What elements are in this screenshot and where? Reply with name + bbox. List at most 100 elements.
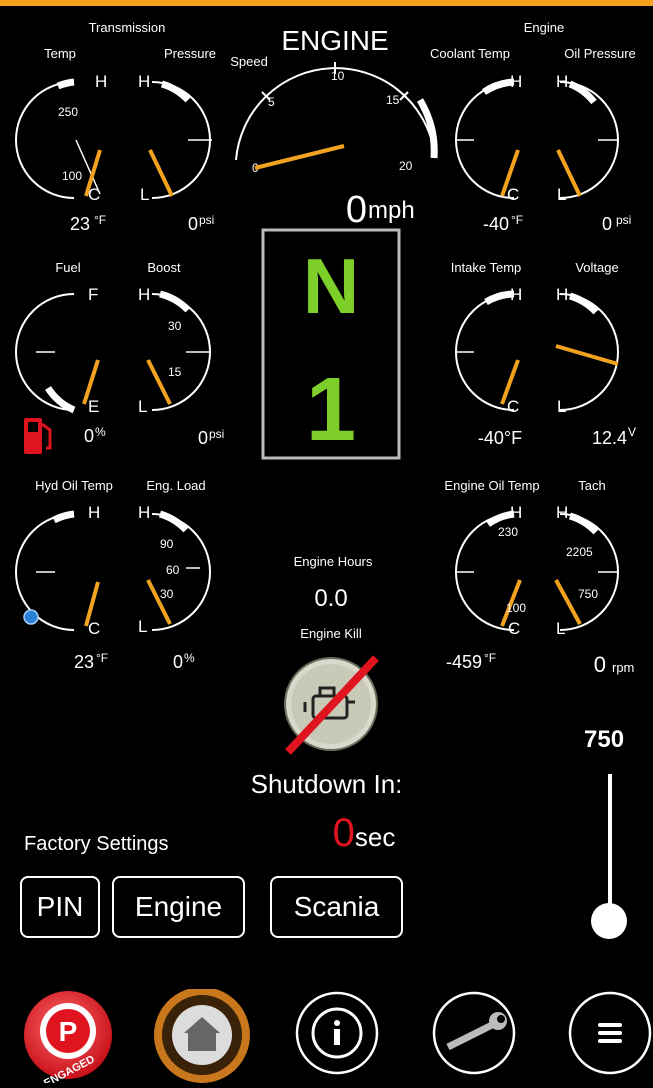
shutdown-value: 0	[332, 811, 355, 855]
gauge-top-letter: F	[88, 285, 98, 304]
gauge-tick-label: 230	[498, 525, 518, 539]
gauge-needle	[555, 344, 619, 366]
gauge-label: Engine Oil Temp	[444, 478, 539, 493]
gauge-label: Voltage	[575, 260, 618, 275]
gauge-value: -40°F	[478, 428, 522, 448]
gauge-bottom-letter: L	[140, 185, 149, 204]
gauge-value: 0	[84, 426, 94, 446]
gauge-unit: %	[184, 651, 195, 665]
gauge-unit: °F	[484, 651, 496, 665]
tachometer-gauge: Tach H L 2205 750 0 rpm	[554, 478, 634, 677]
gauge-tick-label: 30	[160, 587, 174, 601]
gauge-bottom-letter: C	[507, 185, 519, 204]
gauge-value: 0	[198, 428, 208, 448]
gauge-tick-label: 100	[506, 601, 526, 615]
engine-button[interactable]: Engine	[112, 876, 245, 938]
shutdown-unit: sec	[354, 822, 396, 852]
tools-button[interactable]	[430, 989, 518, 1077]
speed-tick-label: 20	[399, 159, 413, 173]
gauge-bottom-letter: L	[556, 619, 565, 638]
gauge-top-letter: H	[138, 503, 150, 522]
speed-unit: mph	[368, 197, 415, 224]
engine-load-gauge: Eng. Load H L 90 60 30 0 %	[138, 478, 211, 672]
park-letter: P	[59, 1016, 78, 1047]
engine-dashboard: Transmission ENGINE Engine Temp H C 250 …	[0, 6, 653, 1088]
gauge-bottom-letter: L	[138, 617, 147, 636]
gauge-top-letter: H	[556, 72, 568, 91]
gauge-bottom-letter: L	[557, 185, 566, 204]
intake-temp-gauge: Intake Temp H C -40°F	[451, 260, 523, 448]
engine-kill-label: Engine Kill	[300, 626, 362, 641]
info-icon	[334, 1020, 340, 1045]
hyd-oil-temp-gauge: Hyd Oil Temp H C 23 °F	[15, 478, 113, 672]
gauge-bottom-letter: L	[557, 397, 566, 416]
pin-button[interactable]: PIN	[20, 876, 100, 938]
gauge-unit: °F	[511, 213, 523, 227]
gauge-value: -459	[446, 652, 482, 672]
gauge-top-letter: H	[556, 503, 568, 522]
gauge-needle	[148, 149, 174, 197]
transmission-group-label: Transmission	[89, 20, 166, 35]
speedometer: Speed 0 5 10 15 20 0 mph	[230, 54, 438, 231]
gauge-unit: psi	[199, 213, 214, 227]
gear-selector: N	[303, 242, 359, 330]
parking-brake-button[interactable]: P ENGAGED	[16, 989, 120, 1088]
gauge-tick-label: 60	[166, 563, 180, 577]
gauge-tick-label: 15	[168, 365, 182, 379]
gauge-label: Coolant Temp	[430, 46, 510, 61]
gauge-needle	[146, 359, 172, 405]
gauge-label: Pressure	[164, 46, 216, 61]
throttle-slider-handle[interactable]	[591, 903, 627, 939]
info-button[interactable]	[293, 989, 381, 1077]
gauge-top-letter: H	[510, 72, 522, 91]
home-button[interactable]	[148, 987, 256, 1083]
boost-gauge: Boost H L 30 15 0 psi	[138, 260, 224, 448]
oil-pressure-gauge: Oil Pressure H L 0 psi	[556, 46, 636, 234]
coolant-temp-gauge: Coolant Temp H C -40 °F	[430, 46, 523, 234]
speed-tick-label: 10	[331, 69, 345, 83]
menu-button[interactable]	[566, 989, 653, 1077]
speed-tick-label: 5	[268, 95, 275, 109]
engine-group-label: Engine	[524, 20, 564, 35]
engine-oil-temp-gauge: Engine Oil Temp H C 230 100 -459 °F	[444, 478, 539, 672]
trans-temp-gauge: Temp H C 250 100 23 °F	[15, 46, 107, 234]
wrench-icon	[446, 1012, 507, 1051]
gear-display: N 1	[261, 228, 401, 460]
trans-pressure-gauge: Pressure H L 0 psi	[138, 46, 216, 234]
gauge-top-letter: H	[88, 503, 100, 522]
gauge-top-letter: H	[510, 503, 522, 522]
throttle-slider-track[interactable]	[608, 774, 612, 916]
gauge-top-letter: H	[95, 72, 107, 91]
gauge-label: Fuel	[55, 260, 80, 275]
gauge-unit: °F	[96, 651, 108, 665]
fuel-gauge: Fuel F E 0 %	[15, 260, 106, 454]
engine-hours-label: Engine Hours	[294, 554, 373, 569]
gauge-tick-label: 250	[58, 105, 78, 119]
gauge-label: Eng. Load	[146, 478, 205, 493]
gauge-tick-label: 100	[62, 169, 82, 183]
gauge-label: Tach	[578, 478, 605, 493]
factory-settings-label: Factory Settings	[24, 833, 169, 855]
gauge-bottom-letter: C	[508, 619, 520, 638]
gauge-label: Boost	[147, 260, 181, 275]
gauge-value: 0	[173, 652, 183, 672]
voltage-gauge: Voltage H L 12.4 V	[555, 260, 636, 448]
engine-hours-value: 0.0	[314, 585, 347, 612]
gauge-unit: rpm	[612, 660, 634, 675]
engine-kill-button[interactable]	[284, 655, 379, 755]
gauge-label: Hyd Oil Temp	[35, 478, 113, 493]
gauge-bottom-letter: C	[507, 397, 519, 416]
gauge-tick-label: 2205	[566, 545, 593, 559]
scania-button[interactable]: Scania	[270, 876, 403, 938]
gauge-bottom-letter: L	[138, 397, 147, 416]
gauge-value: 0	[602, 214, 612, 234]
gauge-unit: °F	[94, 213, 106, 227]
gauge-value: -40	[483, 214, 509, 234]
gauge-bottom-letter: C	[88, 619, 100, 638]
gauge-value: 0	[594, 652, 606, 677]
hamburger-icon	[598, 1023, 622, 1043]
gauge-tick-label: 750	[578, 587, 598, 601]
speed-needle	[254, 144, 345, 170]
gauge-bottom-letter: C	[88, 185, 100, 204]
gauge-value: 0	[188, 214, 198, 234]
